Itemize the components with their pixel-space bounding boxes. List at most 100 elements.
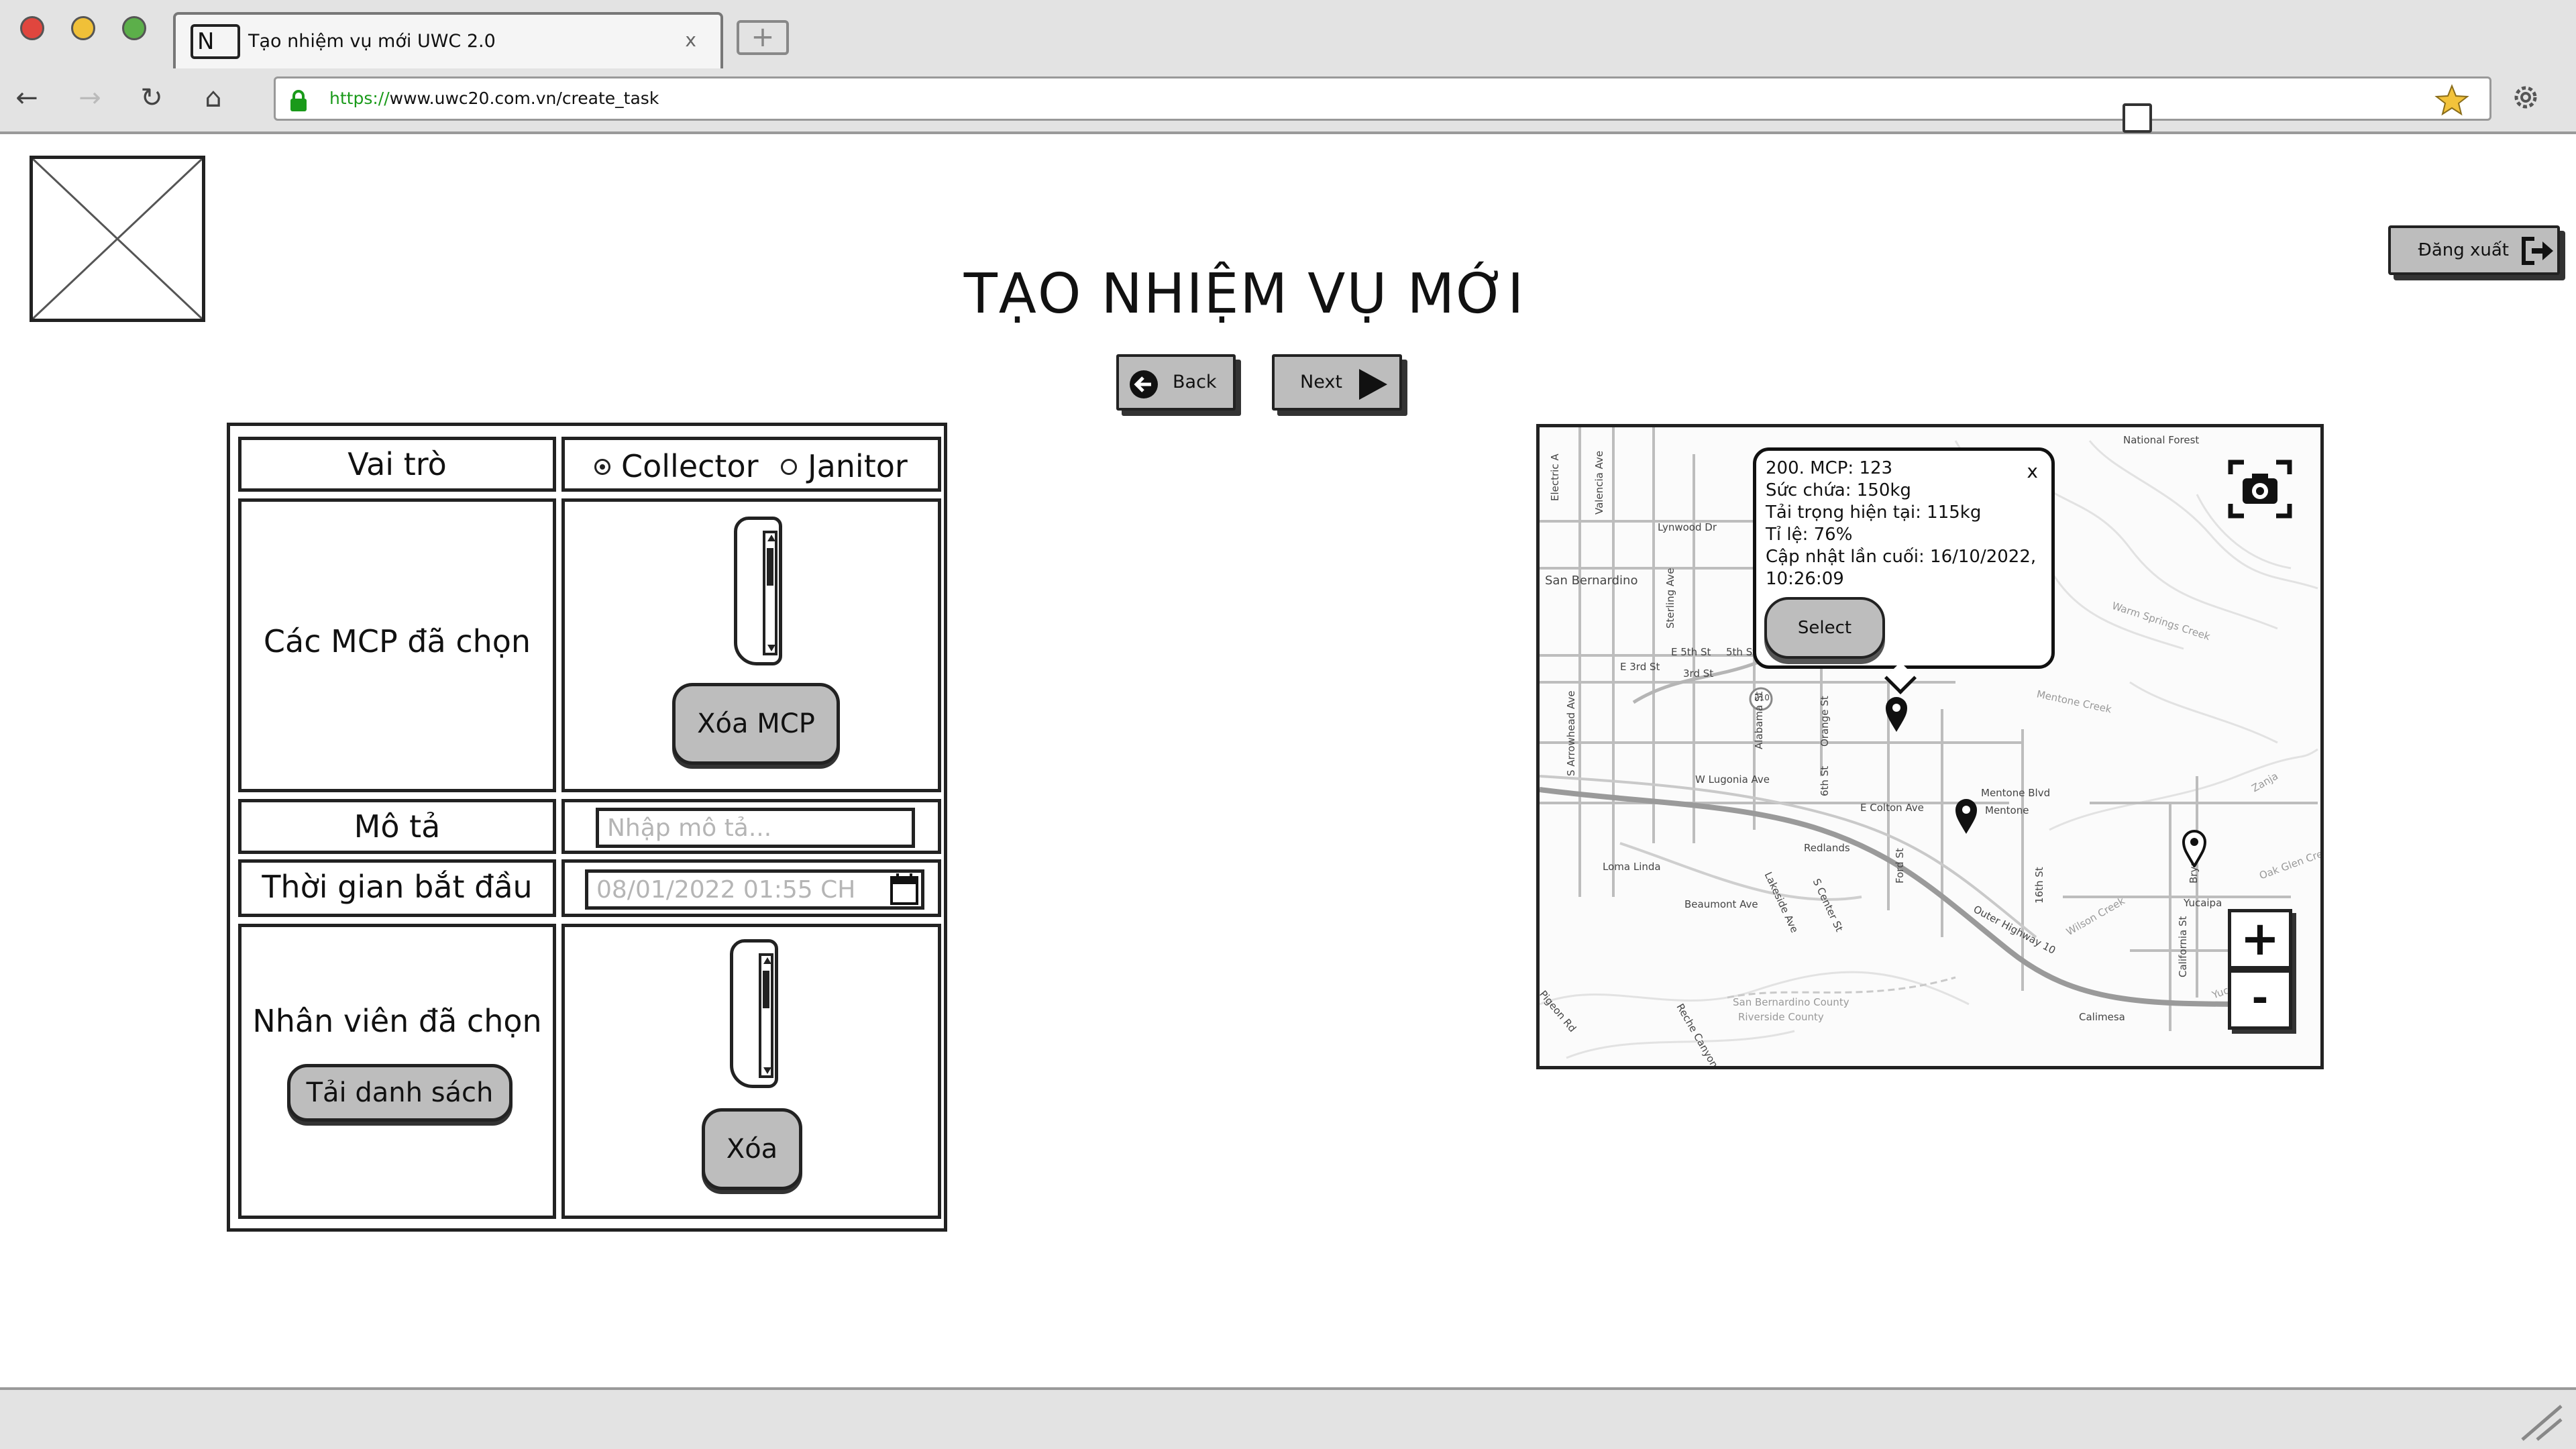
delete-staff-button[interactable]: Xóa (702, 1108, 802, 1190)
address-bar[interactable]: https://www.uwc20.com.vn/create_task (274, 76, 2491, 121)
start-time-label: Thời gian bắt đầu (262, 869, 533, 905)
popup-capacity: Sức chứa: 150kg (1766, 480, 1911, 500)
zoom-out-button[interactable]: - (2228, 969, 2292, 1030)
resize-grip-icon[interactable] (2517, 1402, 2564, 1442)
back-label: Back (1173, 372, 1217, 392)
janitor-radio[interactable] (781, 459, 797, 475)
mcp-list-cell: Xóa MCP (561, 498, 941, 792)
back-circle-arrow-icon (1130, 370, 1158, 398)
map-pin-icon-mentone[interactable] (1953, 798, 1980, 835)
map-panel[interactable]: San Bernardino Lynwood Dr E 5th St 5th S… (1536, 424, 2324, 1069)
map-label-lugonia: W Lugonia Ave (1695, 773, 1770, 786)
map-label-beaumont: Beaumont Ave (1684, 898, 1758, 910)
map-label-calimesa: Calimesa (2079, 1011, 2125, 1023)
url-path: www.uwc20.com.vn/create_task (389, 89, 659, 108)
description-input-cell: Nhập mô tả... (561, 799, 941, 854)
scroll-thumb[interactable] (767, 548, 773, 586)
window-close-button[interactable] (20, 16, 44, 40)
reload-icon[interactable]: ↻ (133, 79, 170, 117)
back-arrow-icon[interactable]: ← (8, 79, 46, 117)
map-label-county-2: Riverside County (1738, 1011, 1824, 1023)
map-pin-icon-selected[interactable] (1883, 696, 1910, 733)
page-title: TẠO NHIỆM VỤ MỚI (963, 262, 1525, 326)
janitor-option-label[interactable]: Janitor (808, 440, 908, 492)
collector-option-label[interactable]: Collector (621, 440, 759, 492)
map-label-5th: 5th St (1726, 646, 1757, 658)
role-options-cell: Collector Janitor (561, 437, 941, 492)
description-input[interactable]: Nhập mô tả... (596, 808, 915, 848)
description-label-cell: Mô tả (238, 799, 556, 854)
map-label-arrowhead: S Arrowhead Ave (1565, 690, 1577, 776)
back-button[interactable]: Back (1116, 354, 1236, 411)
window-maximize-button[interactable] (122, 16, 146, 40)
home-icon[interactable]: ⌂ (195, 79, 232, 117)
map-label-colton: E Colton Ave (1860, 802, 1924, 814)
map-label-e5th: E 5th St (1671, 646, 1711, 658)
scroll-up-arrow-icon[interactable] (767, 535, 775, 541)
forward-arrow-icon[interactable]: → (71, 79, 109, 117)
mcp-info-popup: 200. MCP: 123 Sức chứa: 150kg Tải trọng … (1753, 447, 2055, 695)
load-staff-list-button[interactable]: Tải danh sách (287, 1064, 513, 1122)
map-label-mentone-blvd: Mentone Blvd (1981, 787, 2051, 799)
scroll-down-arrow-icon[interactable] (767, 645, 775, 651)
staff-list-scroll[interactable] (730, 939, 778, 1088)
map-label-california: California St (2177, 916, 2189, 977)
start-time-input[interactable]: 08/01/2022 01:55 CH (585, 869, 924, 910)
scroll-down-arrow-icon[interactable] (763, 1067, 771, 1074)
task-form: Vai trò Collector Janitor Các MCP đã chọ… (227, 423, 947, 1232)
map-label-16th: 16th St (2033, 867, 2045, 904)
bookmark-star-icon[interactable] (2434, 84, 2469, 116)
popup-mcp-id: 200. MCP: 123 (1766, 458, 1893, 478)
next-triangle-icon (1359, 369, 1387, 400)
map-label-county-1: San Bernardino County (1733, 996, 1849, 1008)
map-label-valencia: Valencia Ave (1593, 450, 1605, 515)
map-label-san-bernardino: San Bernardino (1545, 574, 1638, 588)
overlay-checkbox[interactable] (2123, 103, 2152, 133)
next-button[interactable]: Next (1272, 354, 1402, 411)
map-label-lynwood: Lynwood Dr (1658, 521, 1717, 533)
staff-scrollbar-track[interactable] (759, 953, 773, 1078)
tab-title: Tạo nhiệm vụ mới UWC 2.0 (248, 31, 496, 52)
mcp-scrollbar-track[interactable] (763, 531, 777, 655)
map-label-route-210: 210 (1754, 693, 1770, 702)
browser-tab[interactable]: N Tạo nhiệm vụ mới UWC 2.0 x (173, 12, 723, 68)
window-minimize-button[interactable] (71, 16, 95, 40)
popup-close-icon[interactable]: x (2027, 460, 2038, 482)
lock-icon (290, 90, 307, 111)
map-label-6th: 6th St (1819, 765, 1831, 796)
description-label: Mô tả (354, 808, 441, 845)
camera-icon[interactable] (2226, 457, 2294, 521)
settings-gear-icon[interactable] (2509, 80, 2542, 114)
next-label: Next (1300, 372, 1342, 392)
mcp-list-scroll[interactable] (734, 517, 782, 665)
staff-label-cell: Nhân viên đã chọn Tải danh sách (238, 924, 556, 1219)
popup-current-load: Tải trọng hiện tại: 115kg (1766, 502, 1982, 523)
tab-favicon-icon: N (191, 24, 240, 59)
map-label-mentone: Mentone (1985, 804, 2029, 816)
scroll-up-arrow-icon[interactable] (763, 957, 771, 964)
zoom-in-button[interactable]: + (2228, 909, 2292, 969)
scroll-thumb[interactable] (763, 971, 769, 1008)
logout-icon (2522, 237, 2553, 265)
popup-last-updated-time: 10:26:09 (1766, 569, 1844, 589)
calendar-icon[interactable] (890, 872, 919, 906)
map-label-national-forest: National Forest (2123, 434, 2200, 446)
role-label-cell: Vai trò (238, 437, 556, 492)
staff-list-cell: Xóa (561, 924, 941, 1219)
map-pin-icon-yucaipa[interactable] (2181, 830, 2208, 867)
url-scheme: https:// (329, 89, 390, 108)
browser-status-bar (0, 1387, 2576, 1449)
map-label-ford: Ford St (1894, 848, 1906, 883)
collector-radio[interactable] (594, 459, 610, 475)
map-label-orange: Orange St (1819, 696, 1831, 747)
popup-select-button[interactable]: Select (1764, 597, 1885, 659)
popup-ratio: Tỉ lệ: 76% (1766, 525, 1853, 545)
new-tab-button[interactable]: + (737, 20, 789, 55)
tab-close-icon[interactable]: x (685, 23, 696, 58)
url-text[interactable]: https://www.uwc20.com.vn/create_task (329, 78, 659, 119)
map-label-sterling: Sterling Ave (1664, 568, 1676, 629)
start-time-label-cell: Thời gian bắt đầu (238, 859, 556, 917)
staff-label: Nhân viên đã chọn (252, 1003, 542, 1039)
map-label-e3rd: E 3rd St (1620, 661, 1660, 673)
delete-mcp-button[interactable]: Xóa MCP (672, 683, 840, 765)
